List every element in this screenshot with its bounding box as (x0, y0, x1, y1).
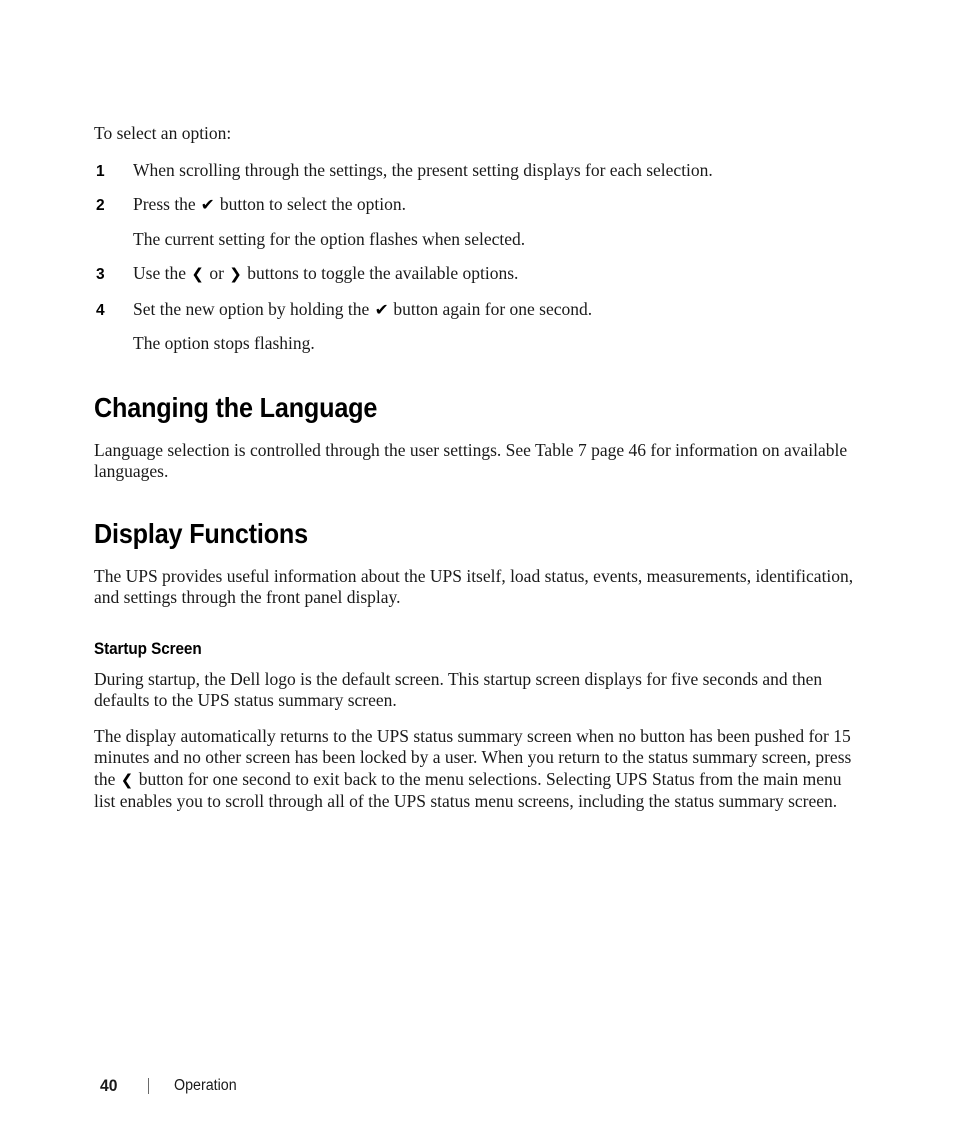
section-changing-the-language: Changing the Language (94, 391, 860, 423)
step-text: When scrolling through the settings, the… (133, 160, 713, 180)
section-display-functions: Display Functions (94, 517, 860, 549)
step-text: Use the ❮ or ❯ buttons to toggle the ava… (133, 263, 518, 283)
step-number: 4 (96, 301, 105, 319)
down-arrow-select-button-icon: ✔ (200, 195, 215, 214)
step-text-segment: button again for one second. (389, 298, 593, 319)
section-paragraph: The UPS provides useful information abou… (94, 565, 854, 608)
step-text-segment: Set the new option by holding the (133, 298, 374, 319)
document-page: To select an option: 1 When scrolling th… (0, 0, 954, 1145)
page-number: 40 (100, 1076, 118, 1095)
page-content: To select an option: 1 When scrolling th… (94, 123, 860, 813)
step-text: Press the ✔ button to select the option. (133, 194, 406, 214)
step-text-segment: button to select the option. (215, 194, 407, 214)
subsection-paragraph: During startup, the Dell logo is the def… (94, 668, 823, 711)
list-item: 3 Use the ❮ or ❯ buttons to toggle the a… (94, 263, 860, 286)
step-text: Set the new option by holding the ✔ butt… (133, 299, 592, 319)
step-note: The current setting for the option flash… (133, 228, 526, 249)
footer-section-name: Operation (174, 1077, 237, 1094)
step-number: 3 (96, 266, 105, 283)
footer-divider (148, 1078, 149, 1094)
section-heading: Display Functions (94, 517, 308, 549)
down-arrow-select-button-icon: ✔ (374, 299, 389, 319)
step-number: 1 (96, 162, 105, 180)
list-item: 4 Set the new option by holding the ✔ bu… (94, 299, 860, 321)
subsection-long-paragraph: The display automatically returns to the… (94, 726, 860, 813)
step-number: 2 (96, 197, 105, 214)
left-chevron-button-icon: ❮ (191, 265, 204, 283)
list-item: 2 Press the ✔ button to select the optio… (94, 194, 860, 216)
right-chevron-button-icon: ❯ (229, 265, 242, 283)
intro-lead-text: To select an option: (94, 123, 232, 143)
section-paragraph: Language selection is controlled through… (94, 439, 848, 482)
step-text-segment: buttons to toggle the available options. (242, 263, 519, 283)
step-text-segment: Use the (133, 263, 191, 283)
list-item: 1 When scrolling through the settings, t… (94, 160, 860, 182)
paragraph-segment: button for one second to exit back to th… (94, 768, 842, 812)
subsection-heading: Startup Screen (94, 638, 202, 658)
step-text-segment: or (204, 263, 229, 283)
numbered-step-list: 1 When scrolling through the settings, t… (94, 160, 860, 355)
section-heading: Changing the Language (94, 391, 378, 423)
step-text-segment: When scrolling through the settings, the… (133, 159, 713, 180)
left-chevron-button-icon: ❮ (120, 770, 134, 789)
subsection-startup-screen: Startup Screen (94, 639, 860, 658)
page-footer: 40 Operation (100, 1075, 242, 1097)
step-note: The option stops flashing. (133, 333, 315, 353)
step-text-segment: Press the (133, 194, 201, 214)
